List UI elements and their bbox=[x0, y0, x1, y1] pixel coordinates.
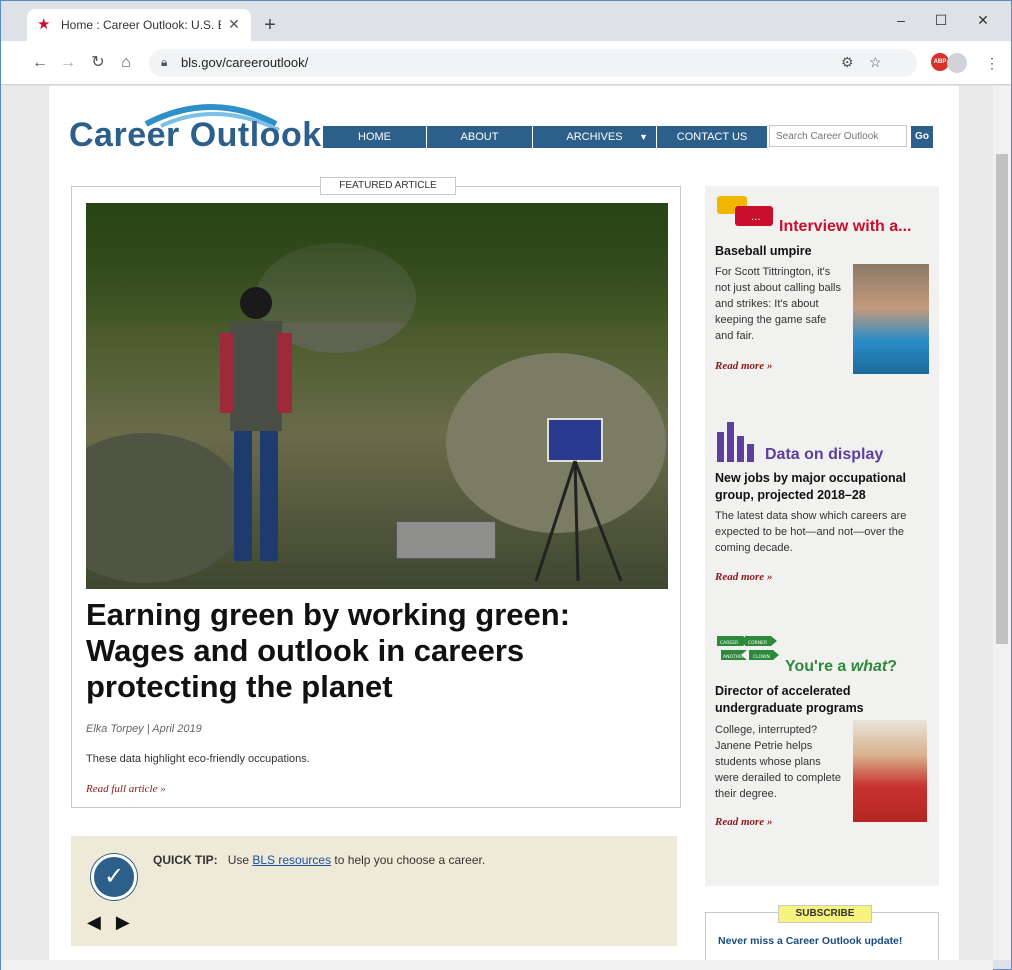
youre-a-what-prefix: You're a bbox=[785, 658, 847, 675]
tab-title: Home : Career Outlook: U.S. Bure bbox=[61, 18, 221, 32]
sidebar: ... Interview with a... Baseball umpire … bbox=[705, 186, 939, 886]
data-display-read-more[interactable]: Read more » bbox=[715, 571, 772, 583]
featured-title[interactable]: Earning green by working green: Wages an… bbox=[86, 597, 666, 705]
url-text: bls.gov/careeroutlook/ bbox=[181, 55, 309, 70]
search-input[interactable] bbox=[769, 125, 907, 147]
vertical-scrollbar[interactable] bbox=[993, 86, 1011, 960]
youre-a-what-subtitle[interactable]: Director of accelerated undergraduate pr… bbox=[715, 683, 933, 717]
interview-read-more[interactable]: Read more » bbox=[715, 360, 772, 372]
read-full-article-link[interactable]: Read full article » bbox=[86, 783, 166, 795]
tab-strip: ★ Home : Career Outlook: U.S. Bure ✕ + –… bbox=[1, 1, 1011, 41]
tip-pager: ◀ ▶ bbox=[87, 912, 130, 933]
nav-home[interactable]: HOME bbox=[323, 126, 427, 148]
sign-word-label: CLOWN bbox=[753, 654, 770, 660]
close-window-button[interactable]: ✕ bbox=[963, 7, 1003, 33]
subscribe-label[interactable]: SUBSCRIBE bbox=[778, 905, 872, 923]
page-viewport: Career Outlook HOME ABOUT ARCHIVES ▼ CON… bbox=[1, 86, 993, 960]
site-settings-icon[interactable]: ⚙ bbox=[841, 54, 854, 71]
horizontal-scrollbar[interactable] bbox=[1, 960, 993, 970]
featured-summary: These data highlight eco-friendly occupa… bbox=[86, 753, 310, 765]
director-portrait[interactable] bbox=[853, 720, 927, 822]
browser-toolbar: ← → ↻ ⌂ 🔒︎ bls.gov/careeroutlook/ ⚙ ☆ ⋮ bbox=[1, 41, 1011, 85]
data-display-text: The latest data show which careers are e… bbox=[715, 510, 907, 554]
sign-word-label: CORNER bbox=[748, 640, 767, 646]
menu-dots-icon[interactable]: ⋮ bbox=[981, 52, 1003, 74]
tab-close-icon[interactable]: ✕ bbox=[225, 15, 243, 33]
quick-tip-before: Use bbox=[227, 853, 250, 867]
profile-avatar[interactable] bbox=[947, 53, 967, 73]
youre-a-what-suffix: ? bbox=[887, 658, 897, 675]
forward-arrow-icon[interactable]: → bbox=[57, 52, 79, 74]
interview-heading[interactable]: Interview with a... bbox=[779, 218, 911, 236]
bookmark-star-icon[interactable]: ☆ bbox=[869, 54, 882, 71]
back-arrow-icon[interactable]: ← bbox=[29, 52, 51, 74]
quick-tip-text: QUICK TIP: Use BLS resources to help you… bbox=[153, 853, 485, 867]
minimize-button[interactable]: – bbox=[881, 7, 921, 33]
youre-a-what-text: College, interrupted? Janene Petrie help… bbox=[715, 724, 841, 800]
next-tip-icon[interactable]: ▶ bbox=[116, 912, 130, 932]
bls-resources-link[interactable]: BLS resources bbox=[252, 853, 331, 867]
sign-word-label: CAREER bbox=[720, 640, 738, 646]
main-nav: HOME ABOUT ARCHIVES ▼ CONTACT US bbox=[323, 126, 767, 148]
interview-subtitle[interactable]: Baseball umpire bbox=[715, 243, 812, 260]
nav-archives-label: ARCHIVES bbox=[566, 131, 623, 143]
featured-byline: Elka Torpey | April 2019 bbox=[86, 723, 202, 735]
solar-panel-figure bbox=[534, 418, 623, 582]
subscribe-text[interactable]: Never miss a Career Outlook update! bbox=[718, 935, 902, 947]
checkmark-icon: ✓ bbox=[91, 854, 137, 900]
umpire-portrait[interactable] bbox=[853, 264, 929, 374]
subscribe-box: SUBSCRIBE Never miss a Career Outlook up… bbox=[705, 905, 939, 960]
prev-tip-icon[interactable]: ◀ bbox=[87, 912, 101, 932]
equipment-case bbox=[396, 521, 496, 559]
interview-text: For Scott Tittrington, it's not just abo… bbox=[715, 266, 841, 342]
new-tab-button[interactable]: + bbox=[259, 15, 281, 37]
address-bar[interactable]: 🔒︎ bls.gov/careeroutlook/ ⚙ ☆ bbox=[149, 49, 917, 77]
nav-contact[interactable]: CONTACT US bbox=[657, 126, 767, 148]
nav-archives[interactable]: ARCHIVES ▼ bbox=[533, 126, 657, 148]
nav-about[interactable]: ABOUT bbox=[427, 126, 533, 148]
search-go-button[interactable]: Go bbox=[911, 126, 933, 148]
bar-chart-icon bbox=[717, 422, 754, 462]
quick-tip-after: to help you choose a career. bbox=[334, 853, 486, 867]
featured-label: FEATURED ARTICLE bbox=[320, 177, 456, 195]
maximize-button[interactable]: ☐ bbox=[921, 7, 961, 33]
signpost-icon: CAREER CORNER ANOTHER CLOWN bbox=[717, 636, 779, 660]
speech-bubbles-icon: ... bbox=[717, 196, 773, 226]
reload-icon[interactable]: ↻ bbox=[87, 52, 109, 74]
data-display-heading[interactable]: Data on display bbox=[765, 446, 883, 464]
person-figure bbox=[220, 287, 292, 561]
lock-icon: 🔒︎ bbox=[161, 55, 168, 69]
youre-a-what-read-more[interactable]: Read more » bbox=[715, 816, 772, 828]
page-content: Career Outlook HOME ABOUT ARCHIVES ▼ CON… bbox=[49, 86, 959, 960]
scrollbar-thumb[interactable] bbox=[996, 154, 1008, 644]
featured-photo[interactable] bbox=[86, 203, 668, 589]
browser-tab[interactable]: ★ Home : Career Outlook: U.S. Bure ✕ bbox=[27, 9, 251, 41]
home-icon[interactable]: ⌂ bbox=[115, 52, 137, 74]
featured-article: FEATURED ARTICLE Earning green by workin… bbox=[71, 177, 681, 808]
youre-a-what-em: what bbox=[850, 658, 888, 675]
quick-tip-label: QUICK TIP: bbox=[153, 853, 218, 867]
dropdown-caret-icon: ▼ bbox=[639, 132, 648, 142]
bls-star-favicon-icon: ★ bbox=[37, 16, 51, 33]
svg-text:...: ... bbox=[751, 212, 761, 223]
data-display-subtitle[interactable]: New jobs by major occupational group, pr… bbox=[715, 470, 933, 504]
youre-a-what-heading[interactable]: You're a what? bbox=[785, 658, 897, 676]
foliage-shape bbox=[86, 203, 668, 323]
browser-window: ★ Home : Career Outlook: U.S. Bure ✕ + –… bbox=[0, 0, 1012, 970]
quick-tip-box: ✓ QUICK TIP: Use BLS resources to help y… bbox=[71, 836, 677, 946]
site-logo[interactable]: Career Outlook bbox=[69, 116, 322, 155]
sign-word-label: ANOTHER bbox=[723, 654, 745, 660]
